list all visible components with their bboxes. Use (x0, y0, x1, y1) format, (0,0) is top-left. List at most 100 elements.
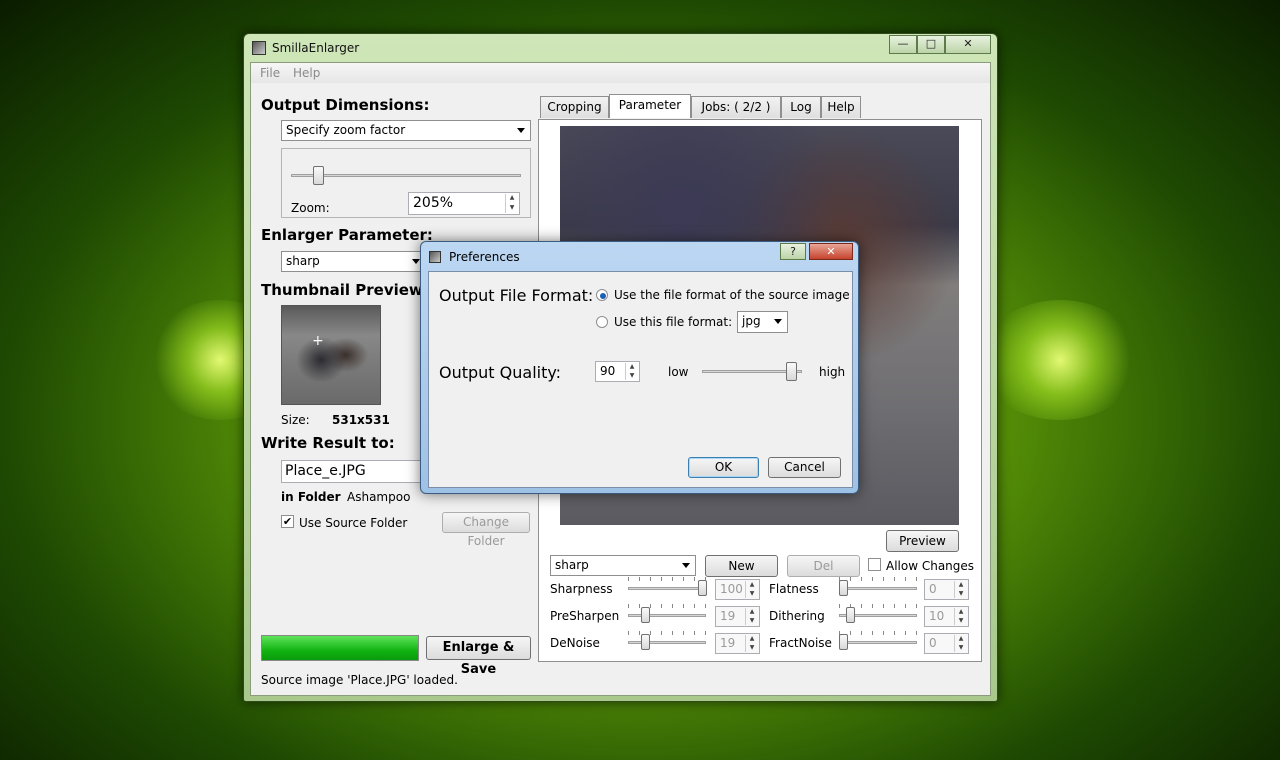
zoom-value: 205% (413, 195, 454, 211)
param-spinner[interactable]: ▲ ▼ (745, 581, 758, 598)
size-value: 531x531 (332, 413, 390, 427)
tab-log[interactable]: Log (781, 96, 821, 118)
param-label: DeNoise (550, 636, 600, 650)
param-spinner[interactable]: ▲ ▼ (954, 608, 967, 625)
param-slider-thumb[interactable] (641, 607, 650, 623)
quality-spinner[interactable]: ▲ ▼ (625, 363, 638, 380)
zoom-label: Zoom: (291, 201, 330, 215)
menu-help[interactable]: Help (293, 66, 320, 80)
spin-down-icon[interactable]: ▼ (746, 617, 758, 626)
zoom-slider-thumb[interactable] (313, 166, 324, 185)
spin-down-icon[interactable]: ▼ (955, 617, 967, 626)
param-value-input[interactable]: 0 ▲ ▼ (924, 579, 969, 600)
in-folder-label: in Folder (281, 490, 341, 504)
spin-up-icon[interactable]: ▲ (626, 363, 638, 372)
change-folder-button[interactable]: Change Folder (442, 512, 530, 548)
zoom-input[interactable]: 205% ▲ ▼ (408, 192, 520, 215)
window-title: SmillaEnlarger (272, 41, 360, 55)
param-slider-track[interactable] (839, 587, 917, 590)
param-slider-thumb[interactable] (846, 607, 855, 623)
zoom-slider-track[interactable] (291, 174, 521, 177)
close-button[interactable]: ✕ (945, 35, 991, 54)
param-slider-track[interactable] (839, 641, 917, 644)
cancel-button[interactable]: Cancel (768, 457, 841, 478)
spin-down-icon[interactable]: ▼ (955, 644, 967, 653)
new-preset-button[interactable]: New (705, 555, 778, 577)
menu-file[interactable]: File (260, 66, 280, 80)
spin-down-icon[interactable]: ▼ (746, 590, 758, 599)
spin-up-icon[interactable]: ▲ (955, 635, 967, 644)
minimize-button[interactable]: — (889, 35, 917, 54)
preset-select[interactable]: sharp (281, 251, 426, 272)
tab-parameter[interactable]: Parameter (609, 94, 691, 118)
chevron-down-icon (682, 563, 690, 568)
param-spinner[interactable]: ▲ ▼ (954, 581, 967, 598)
spin-down-icon[interactable]: ▼ (746, 644, 758, 653)
maximize-button[interactable]: □ (917, 35, 945, 54)
enlarge-save-button[interactable]: Enlarge & Save (426, 636, 531, 677)
preview-button[interactable]: Preview (886, 530, 959, 552)
spin-up-icon[interactable]: ▲ (506, 194, 518, 204)
param-label: PreSharpen (550, 609, 620, 623)
param-slider-track[interactable] (628, 587, 706, 590)
tab-jobs[interactable]: Jobs: ( 2/2 ) (691, 96, 781, 118)
radio-source-format[interactable] (596, 289, 608, 301)
quality-slider-thumb[interactable] (786, 362, 797, 381)
spin-down-icon[interactable]: ▼ (626, 372, 638, 381)
radio-this-format[interactable] (596, 316, 608, 328)
param-value-input[interactable]: 19 ▲ ▼ (715, 606, 760, 627)
help-button[interactable]: ? (780, 243, 806, 260)
param-slider-thumb[interactable] (839, 580, 848, 596)
param-slider-thumb[interactable] (641, 634, 650, 650)
param-value-input[interactable]: 19 ▲ ▼ (715, 633, 760, 654)
param-value: 19 (720, 636, 736, 650)
use-source-folder-checkbox[interactable]: ✔ (281, 515, 294, 528)
param-slider-thumb[interactable] (698, 580, 707, 596)
param-value: 19 (720, 609, 736, 623)
slider-ticks (628, 631, 706, 635)
high-label: high (819, 365, 846, 379)
param-value-input[interactable]: 10 ▲ ▼ (924, 606, 969, 627)
spin-up-icon[interactable]: ▲ (746, 581, 758, 590)
thumbnail-heading: Thumbnail Preview: (261, 281, 429, 299)
delete-preset-button[interactable]: Del (787, 555, 860, 577)
dimension-mode-select[interactable]: Specify zoom factor (281, 120, 531, 141)
spin-up-icon[interactable]: ▲ (746, 608, 758, 617)
spin-up-icon[interactable]: ▲ (955, 608, 967, 617)
param-value-input[interactable]: 100 ▲ ▼ (715, 579, 760, 600)
param-spinner[interactable]: ▲ ▼ (745, 635, 758, 652)
spin-up-icon[interactable]: ▲ (746, 635, 758, 644)
param-spinner[interactable]: ▲ ▼ (745, 608, 758, 625)
spin-down-icon[interactable]: ▼ (955, 590, 967, 599)
file-format-select[interactable]: jpg (737, 311, 788, 333)
spin-down-icon[interactable]: ▼ (506, 204, 518, 214)
zoom-spinner[interactable]: ▲ ▼ (505, 194, 518, 213)
spin-up-icon[interactable]: ▲ (955, 581, 967, 590)
allow-changes-checkbox[interactable] (868, 558, 881, 571)
dimension-mode-value: Specify zoom factor (286, 123, 406, 137)
radio-this-format-label: Use this file format: (614, 315, 733, 329)
param-slider-track[interactable] (628, 614, 706, 617)
thumbnail-preview[interactable]: + (281, 305, 381, 405)
param-preset-select[interactable]: sharp (550, 555, 696, 576)
output-filename-input[interactable]: Place_e.JPG (281, 460, 421, 483)
param-slider-thumb[interactable] (839, 634, 848, 650)
slider-ticks (839, 631, 917, 635)
quality-input[interactable]: 90 ▲ ▼ (595, 361, 640, 382)
tab-help[interactable]: Help (821, 96, 861, 118)
allow-changes-label: Allow Changes (886, 559, 975, 573)
preferences-dialog: Preferences ? ✕ Output File Format: Use … (420, 241, 859, 494)
file-format-value: jpg (742, 314, 761, 328)
tab-cropping[interactable]: Cropping (540, 96, 609, 118)
dialog-body: Output File Format: Use the file format … (428, 271, 853, 488)
param-spinner[interactable]: ▲ ▼ (954, 635, 967, 652)
ok-button[interactable]: OK (688, 457, 759, 478)
enlarger-parameter-heading: Enlarger Parameter: (261, 226, 433, 244)
title-bar[interactable]: SmillaEnlarger — □ ✕ (244, 34, 997, 62)
param-value: 0 (929, 636, 937, 650)
param-value-input[interactable]: 0 ▲ ▼ (924, 633, 969, 654)
param-slider-track[interactable] (628, 641, 706, 644)
dialog-title: Preferences (449, 250, 520, 264)
zoom-group: Zoom: 205% ▲ ▼ (281, 148, 531, 218)
dialog-close-button[interactable]: ✕ (809, 243, 853, 260)
